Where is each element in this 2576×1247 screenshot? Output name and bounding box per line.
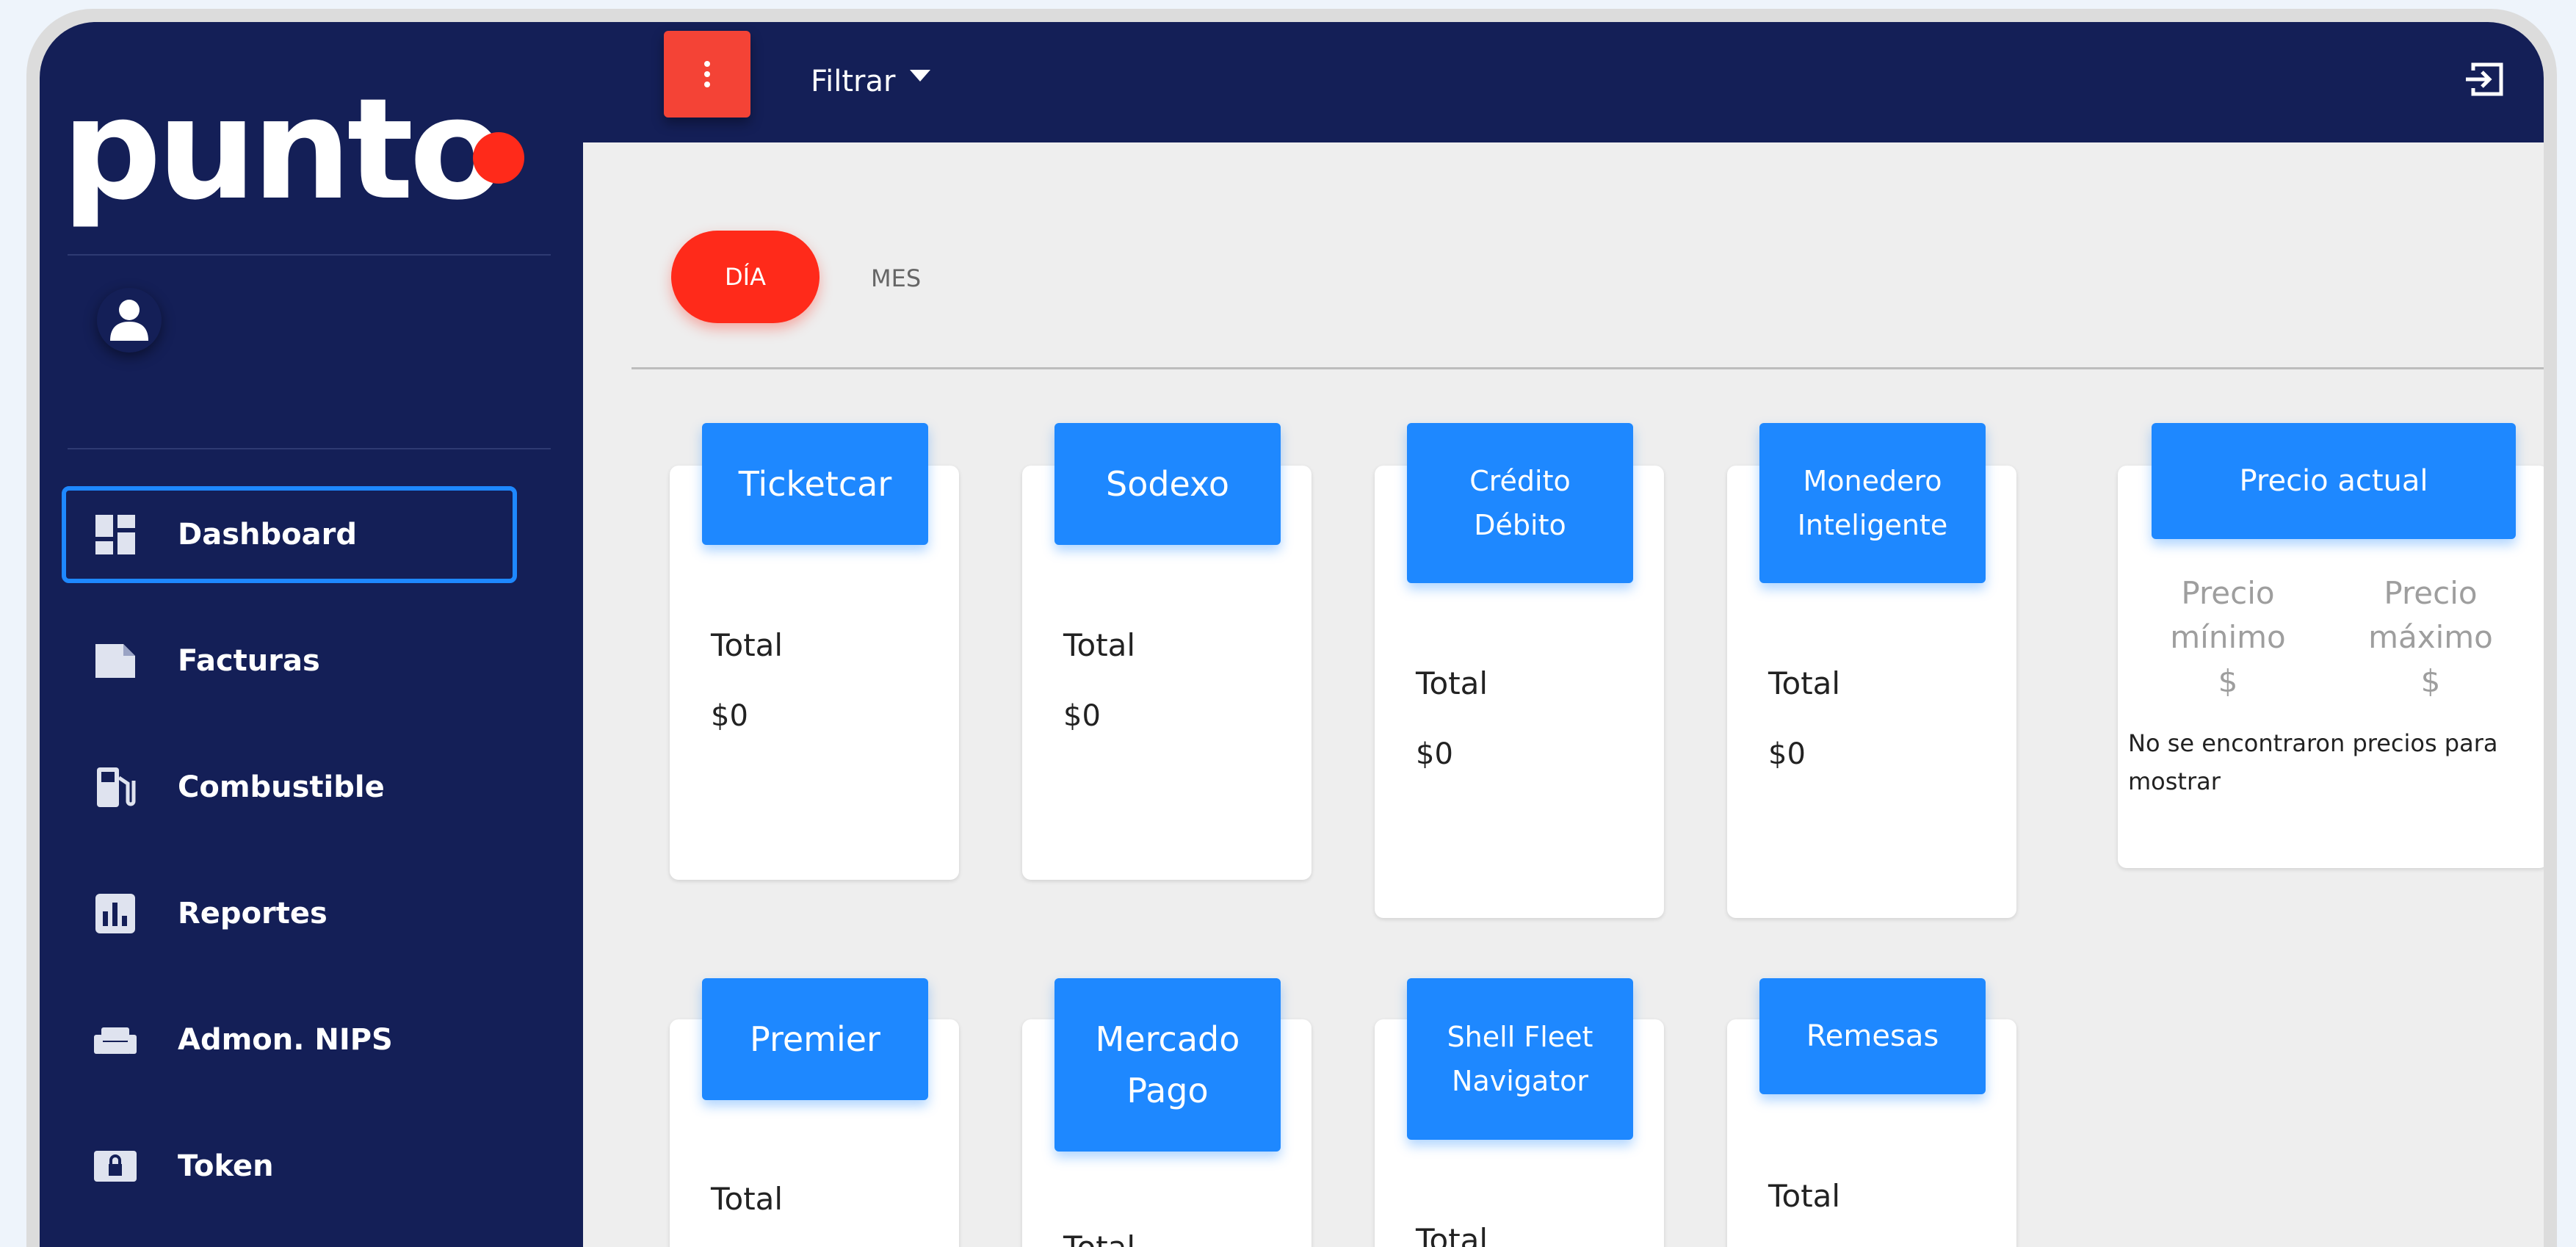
sidebar-item-admon-nips[interactable]: Admon. NIPS [62, 991, 517, 1088]
app: punto Dashboard Facturas Combustible Rep… [40, 22, 2544, 1247]
card-title-line2: Navigator [1452, 1065, 1588, 1097]
card-title-line2: Inteligente [1797, 509, 1948, 541]
sidebar-divider [68, 254, 551, 256]
precio-maximo-line1: Precio [2384, 575, 2478, 611]
fuel-pump-icon [97, 767, 136, 807]
sidebar-item-label: Admon. NIPS [178, 1023, 393, 1057]
card-header-precio-actual: Precio actual [2152, 423, 2516, 539]
card-title-line1: Mercado [1095, 1019, 1240, 1059]
card-title-line2: Pago [1126, 1071, 1209, 1110]
total-value: $0 [1063, 699, 1101, 733]
document-icon [95, 644, 135, 678]
precio-maximo-value: $ [2420, 663, 2441, 699]
user-icon [110, 300, 148, 341]
total-label: Total [1416, 665, 1488, 701]
total-value: $0 [1416, 737, 1453, 771]
sidebar-item-dashboard[interactable]: Dashboard [62, 486, 517, 583]
precio-maximo: Precio máximo $ [2350, 571, 2511, 704]
tab-day[interactable]: DÍA [671, 231, 820, 323]
total-value: $0 [711, 699, 748, 733]
no-prices-line2: mostrar [2128, 767, 2221, 795]
card-header-sodexo: Sodexo [1054, 423, 1281, 545]
card-header-credito-debito: Crédito Débito [1407, 423, 1633, 583]
sidebar-item-facturas[interactable]: Facturas [62, 612, 517, 709]
card-title: Remesas [1806, 1019, 1939, 1053]
sidebar-item-label: Dashboard [178, 518, 357, 552]
card-header-ticketcar: Ticketcar [702, 423, 928, 545]
card-title-line1: Shell Fleet [1447, 1021, 1593, 1053]
couch-icon [94, 1027, 137, 1054]
precio-minimo-value: $ [2218, 663, 2238, 699]
total-label: Total [1063, 1229, 1135, 1247]
precio-minimo-line2: mínimo [2170, 619, 2286, 655]
sidebar-item-label: Combustible [178, 770, 385, 804]
total-label: Total [711, 1181, 784, 1217]
tab-month[interactable]: MES [871, 264, 921, 292]
filter-label: Filtrar [811, 65, 896, 98]
sidebar-item-token[interactable]: Token [62, 1118, 517, 1215]
total-value: $0 [1768, 737, 1806, 771]
card-header-shell-fleet-navigator: Shell Fleet Navigator [1407, 978, 1633, 1140]
logout-button[interactable] [2463, 59, 2507, 103]
total-label: Total [1063, 627, 1136, 663]
lock-card-icon [94, 1151, 137, 1182]
total-label: Total [1768, 1178, 1841, 1214]
filter-dropdown[interactable]: Filtrar [811, 65, 931, 98]
card-title: Premier [750, 1019, 880, 1059]
no-prices-message: No se encontraron precios para mostrar [2128, 724, 2539, 800]
sidebar-item-label: Facturas [178, 644, 320, 678]
no-prices-line1: No se encontraron precios para [2128, 729, 2498, 757]
precio-minimo: Precio mínimo $ [2147, 571, 2309, 704]
sidebar-item-label: Token [178, 1149, 274, 1183]
sidebar-divider [68, 448, 551, 449]
logo-text: punto [62, 68, 505, 231]
window-frame: punto Dashboard Facturas Combustible Rep… [26, 9, 2557, 1247]
card-header-remesas: Remesas [1759, 978, 1986, 1094]
card-title: Ticketcar [738, 464, 892, 504]
tabs-divider [632, 367, 2544, 369]
total-label: Total [1416, 1222, 1488, 1247]
dashboard-icon [95, 515, 135, 554]
logout-icon [2466, 62, 2503, 96]
card-title-line1: Crédito [1469, 465, 1571, 497]
sidebar-item-label: Reportes [178, 897, 328, 930]
caret-down-icon [910, 70, 931, 82]
sidebar: punto Dashboard Facturas Combustible Rep… [40, 22, 583, 1247]
card-title: Sodexo [1106, 464, 1229, 504]
precio-minimo-line1: Precio [2181, 575, 2275, 611]
sidebar-item-combustible[interactable]: Combustible [62, 739, 517, 836]
avatar[interactable] [97, 288, 162, 353]
card-header-premier: Premier [702, 978, 928, 1100]
total-label: Total [711, 627, 784, 663]
card-title: Precio actual [2239, 464, 2428, 498]
card-title-line2: Débito [1474, 509, 1566, 541]
logo-dot [473, 132, 524, 184]
card-header-monedero-inteligente: Monedero Inteligente [1759, 423, 1986, 583]
card-title-line1: Monedero [1803, 465, 1942, 497]
card-header-mercado-pago: Mercado Pago [1054, 978, 1281, 1152]
more-vertical-icon [704, 61, 710, 87]
precio-maximo-line2: máximo [2368, 619, 2493, 655]
bar-chart-icon [95, 894, 135, 933]
menu-button[interactable] [664, 31, 750, 118]
sidebar-item-reportes[interactable]: Reportes [62, 865, 517, 962]
total-label: Total [1768, 665, 1841, 701]
